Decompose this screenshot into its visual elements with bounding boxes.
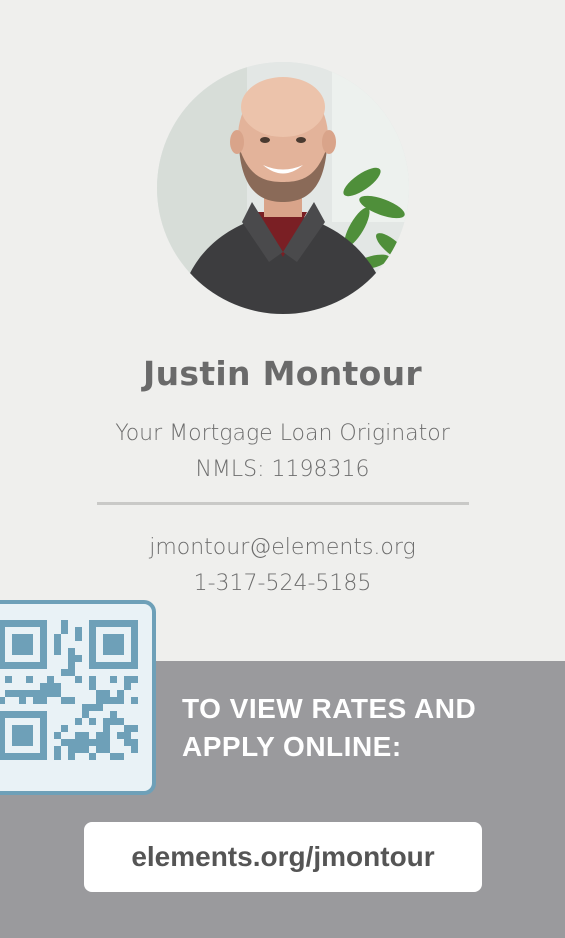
email-link[interactable]: jmontour@elements.org [0,535,565,560]
person-name: Justin Montour [143,354,422,393]
avatar [157,62,409,314]
nmls-number: NMLS: 1198316 [195,457,370,482]
divider [97,502,469,505]
phone-link[interactable]: 1-317-524-5185 [0,571,565,596]
cta-heading: TO VIEW RATES AND APPLY ONLINE: [182,690,542,766]
website-link[interactable]: elements.org/jmontour [84,822,482,892]
qr-code-card[interactable] [0,600,156,795]
job-title: Your Mortgage Loan Originator [115,421,450,446]
qr-code-icon [0,620,138,760]
contact-card: Justin Montour Your Mortgage Loan Origin… [0,0,565,938]
cta-line-1: TO VIEW RATES AND [182,693,477,724]
cta-line-2: APPLY ONLINE: [182,731,402,762]
